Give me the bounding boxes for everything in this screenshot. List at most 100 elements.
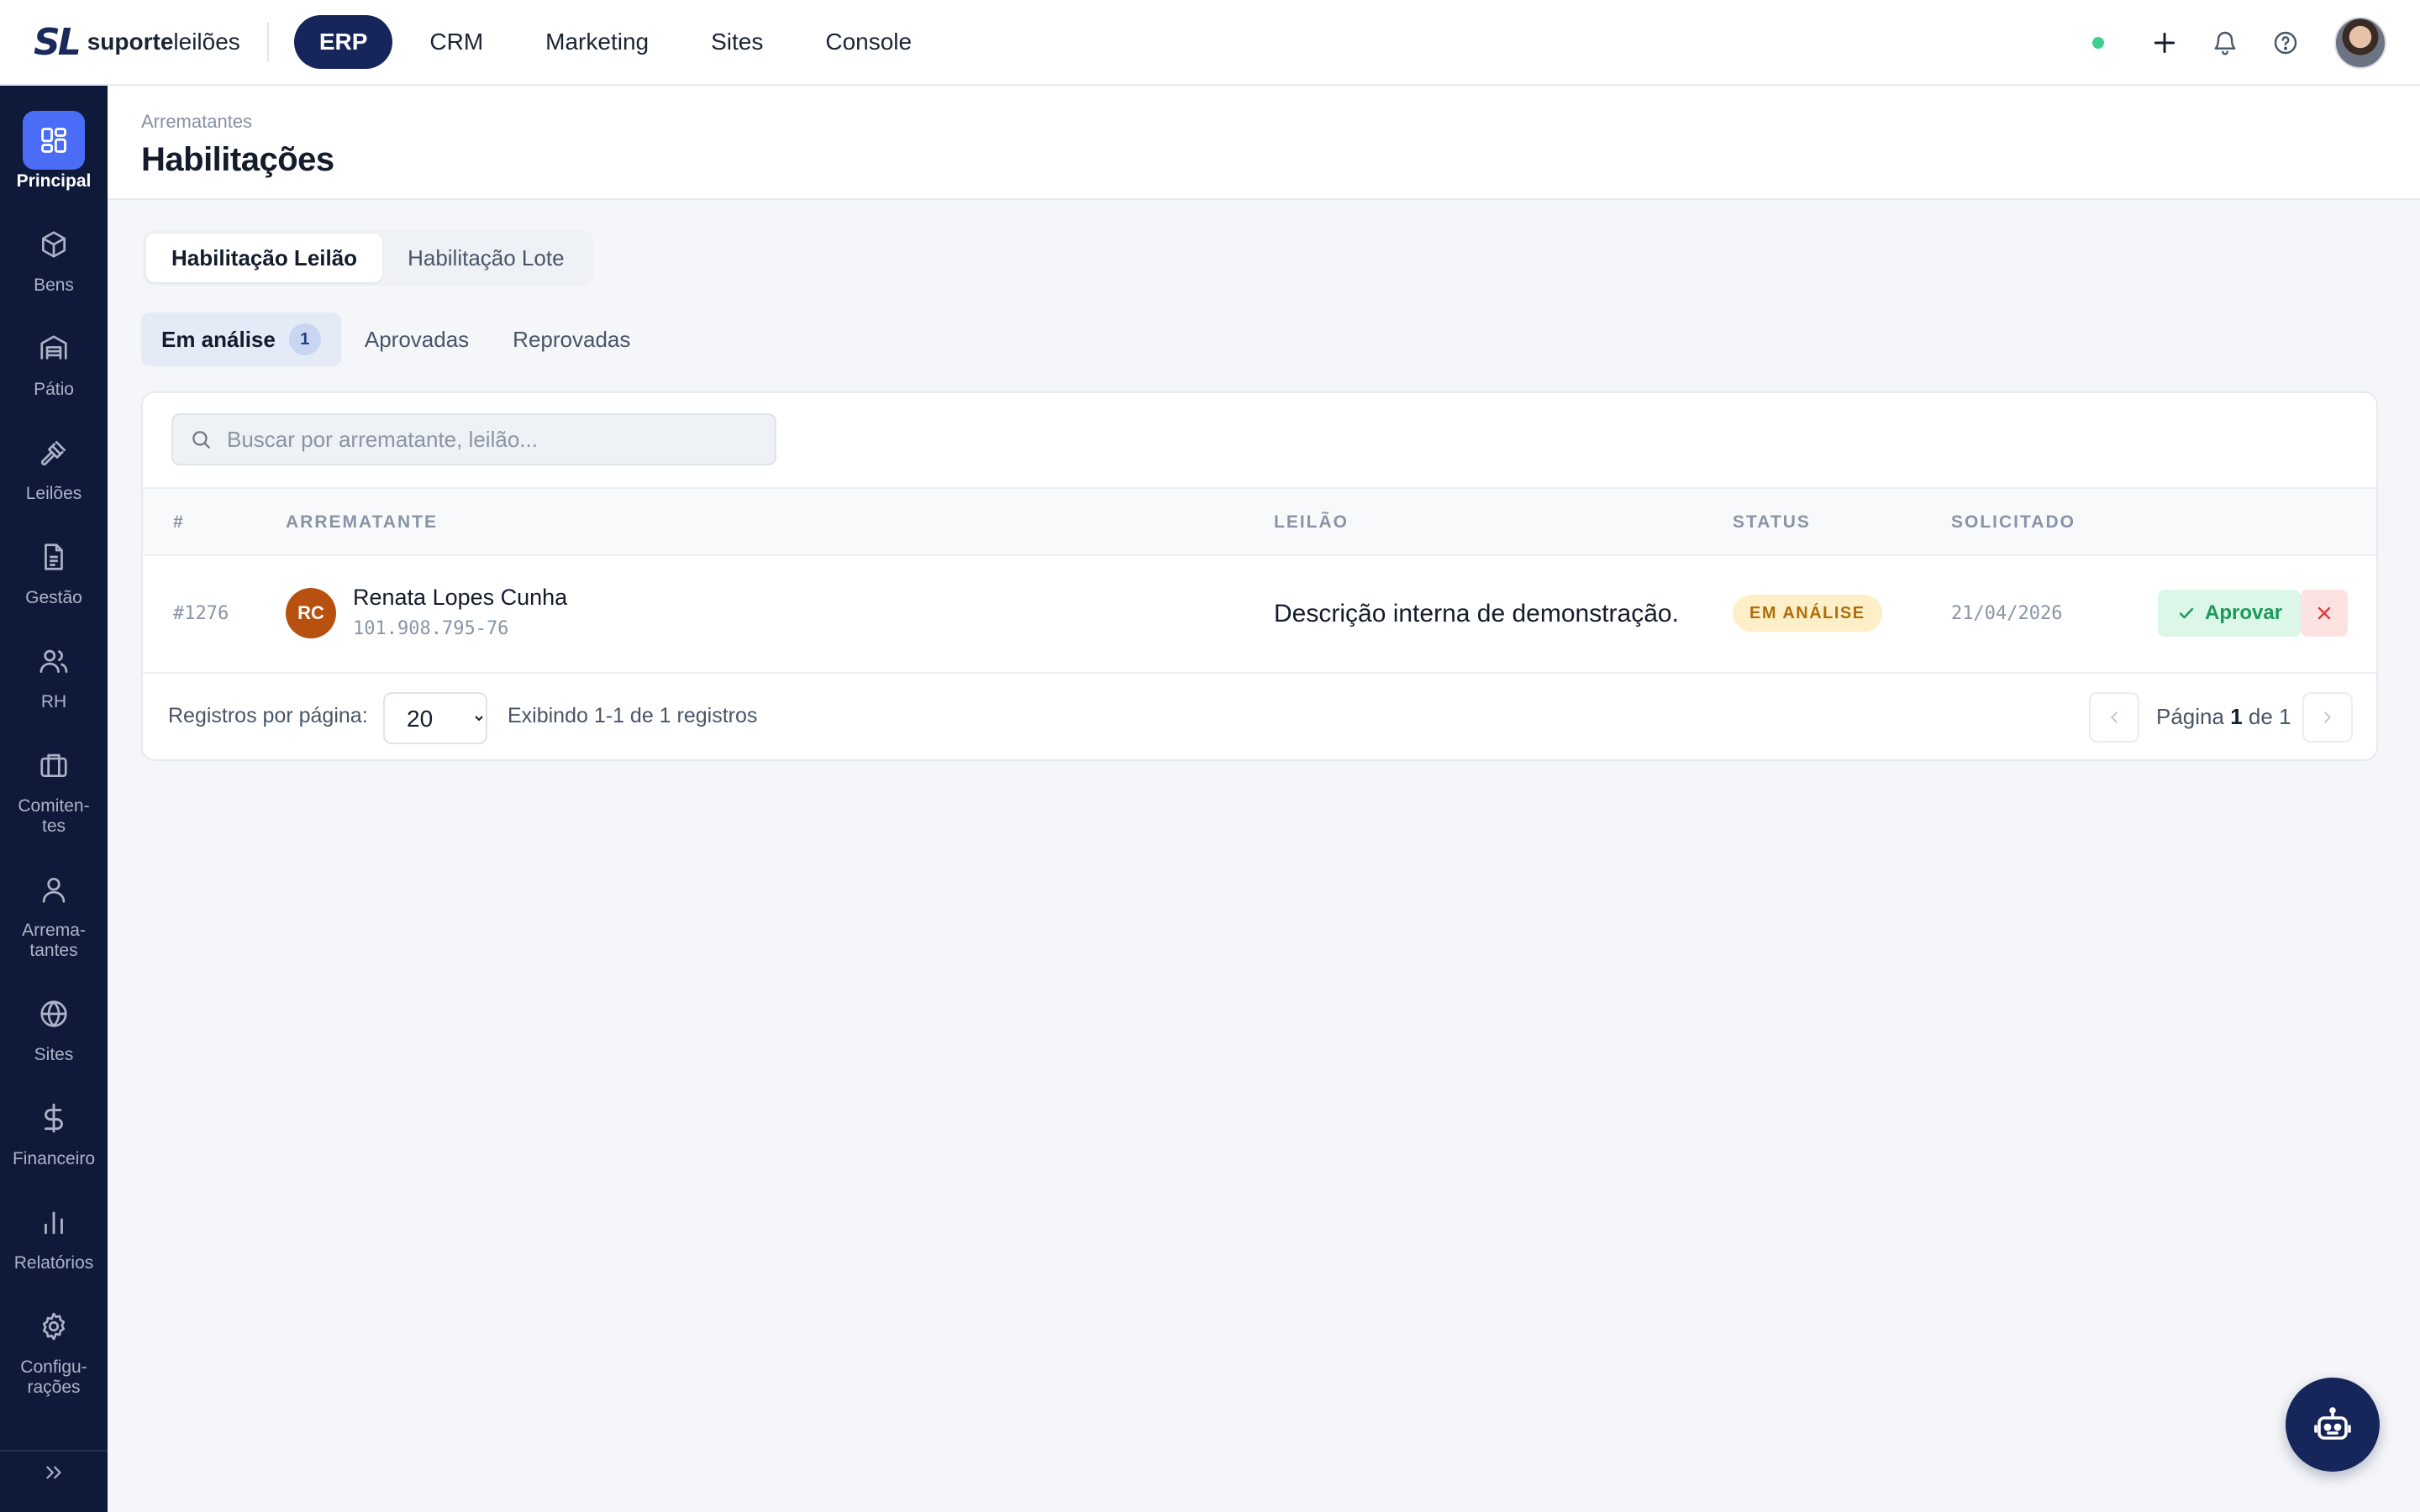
globe-icon — [23, 984, 85, 1043]
sidebar-item-label: Comiten- tes — [18, 796, 90, 836]
logo-text-light: leilões — [173, 29, 240, 55]
sidebar-expand-button[interactable] — [0, 1450, 108, 1494]
sidebar-item-relatorios[interactable]: Relatórios — [0, 1193, 108, 1273]
tab-label: Em análise — [161, 326, 276, 352]
grid-icon — [23, 111, 85, 170]
chevrons-right-icon — [46, 1466, 61, 1479]
row-id: #1276 — [173, 603, 229, 624]
tab-habilitacao-leilao[interactable]: Habilitação Leilão — [146, 234, 383, 282]
tab-habilitacao-lote[interactable]: Habilitação Lote — [382, 234, 589, 282]
tab-aprovadas[interactable]: Aprovadas — [345, 312, 489, 366]
close-icon — [2317, 606, 2331, 620]
reject-button[interactable] — [2301, 590, 2348, 637]
logo-text: suporteleilões — [87, 29, 240, 55]
sidebar-item-label: Configu- rações — [20, 1357, 87, 1397]
count-badge: 1 — [288, 323, 321, 355]
approve-button[interactable]: Aprovar — [2158, 590, 2302, 637]
avatar: RC — [286, 588, 336, 638]
status-tabs: Em análise 1 Aprovadas Reprovadas — [141, 312, 654, 366]
brand-logo[interactable]: SL suporteleilões — [34, 17, 240, 67]
leilao-description: Descrição interna de demonstração. — [1274, 600, 1679, 627]
user-avatar[interactable] — [2334, 17, 2386, 69]
top-nav-marketing[interactable]: Marketing — [520, 15, 674, 69]
bell-icon[interactable] — [2203, 21, 2247, 65]
requested-date: 21/04/2026 — [1951, 603, 2063, 624]
sidebar-item-leiloes[interactable]: Leilões — [0, 423, 108, 504]
top-nav: ERP CRM Marketing Sites Console — [293, 15, 937, 69]
sidebar-item-label: Arrema- tantes — [22, 921, 86, 960]
records-summary: Exibindo 1-1 de 1 registros — [508, 704, 758, 727]
search-icon — [192, 431, 210, 449]
sidebar: Principal Bens Pátio Leilões Gestão RH C… — [0, 86, 108, 1512]
user-icon — [23, 860, 85, 919]
sidebar-item-label: Leilões — [25, 484, 82, 503]
sidebar-item-principal[interactable]: Principal — [0, 111, 108, 192]
sidebar-item-label: Principal — [16, 171, 92, 191]
tab-em-analise[interactable]: Em análise 1 — [141, 312, 341, 366]
sidebar-item-financeiro[interactable]: Financeiro — [0, 1089, 108, 1169]
rows-per-page-select[interactable]: 20 — [383, 692, 487, 744]
column-header-leilao[interactable]: LEILÃO — [1274, 512, 1349, 533]
status-badge: EM ANÁLISE — [1733, 595, 1882, 632]
chevron-right-icon — [2324, 711, 2331, 723]
sidebar-item-bens[interactable]: Bens — [0, 215, 108, 296]
logo-mark: SL — [34, 20, 82, 64]
sidebar-item-comitentes[interactable]: Comiten- tes — [0, 736, 108, 837]
table-header: # ARREMATANTE LEILÃO STATUS SOLICITADO — [143, 487, 2376, 556]
breadcrumb[interactable]: Arrematantes — [141, 111, 252, 133]
online-status-indicator — [2092, 37, 2104, 49]
check-icon — [2179, 607, 2194, 619]
main-tabs: Habilitação Leilão Habilitação Lote — [143, 230, 593, 286]
sidebar-item-gestao[interactable]: Gestão — [0, 528, 108, 608]
dollar-icon — [23, 1089, 85, 1147]
arrematante-name[interactable]: Renata Lopes Cunha — [353, 585, 567, 611]
sidebar-item-label: Financeiro — [12, 1149, 96, 1168]
top-nav-crm[interactable]: CRM — [404, 15, 508, 69]
document-icon — [23, 528, 85, 586]
sidebar-item-label: Relatórios — [13, 1253, 94, 1273]
next-page-button[interactable] — [2302, 692, 2353, 743]
sidebar-item-label: Bens — [34, 276, 74, 295]
sidebar-item-sites[interactable]: Sites — [0, 984, 108, 1065]
previous-page-button[interactable] — [2089, 692, 2139, 743]
column-header-id[interactable]: # — [173, 512, 185, 533]
approve-label: Aprovar — [2205, 601, 2283, 624]
users-icon — [23, 632, 85, 690]
rows-per-page-label: Registros por página: — [168, 704, 368, 727]
current-page: 1 — [2230, 704, 2243, 729]
table-footer: Registros por página: 20 Exibindo 1-1 de… — [143, 674, 2376, 759]
column-header-solicitado[interactable]: SOLICITADO — [1951, 512, 2075, 533]
column-header-arrematante[interactable]: ARREMATANTE — [286, 512, 438, 533]
page-header: Arrematantes Habilitações — [108, 86, 2420, 200]
search-input[interactable] — [227, 426, 765, 453]
sidebar-item-patio[interactable]: Pátio — [0, 319, 108, 400]
sidebar-item-label: Sites — [34, 1045, 74, 1064]
top-nav-erp[interactable]: ERP — [293, 15, 393, 69]
robot-icon — [2314, 1407, 2351, 1440]
search-box — [171, 413, 776, 465]
sidebar-item-rh[interactable]: RH — [0, 632, 108, 712]
total-pages: 1 — [2279, 704, 2291, 729]
assistant-bot-button[interactable] — [2286, 1378, 2380, 1472]
box-icon — [23, 215, 85, 274]
bar-chart-icon — [23, 1193, 85, 1252]
sidebar-item-configuracoes[interactable]: Configu- rações — [0, 1297, 108, 1398]
page-title: Habilitações — [141, 141, 334, 178]
sidebar-item-arrematantes[interactable]: Arrema- tantes — [0, 860, 108, 961]
plus-icon[interactable] — [2143, 21, 2186, 65]
help-icon[interactable] — [2264, 21, 2307, 65]
column-header-status[interactable]: STATUS — [1733, 512, 1811, 533]
sidebar-item-label: RH — [40, 692, 67, 711]
top-nav-console[interactable]: Console — [800, 15, 937, 69]
gear-icon — [23, 1297, 85, 1356]
table-row[interactable]: #1276 RC Renata Lopes Cunha 101.908.795-… — [143, 556, 2376, 674]
top-bar: SL suporteleilões ERP CRM Marketing Site… — [0, 0, 2420, 86]
logo-divider — [266, 22, 269, 62]
page-indicator: Página 1 de 1 — [2156, 704, 2291, 730]
sidebar-item-label: Pátio — [34, 380, 74, 399]
tab-reprovadas[interactable]: Reprovadas — [492, 312, 650, 366]
gavel-icon — [23, 423, 85, 482]
chevron-left-icon — [2111, 711, 2118, 723]
arrematante-cpf: 101.908.795-76 — [353, 618, 509, 639]
top-nav-sites[interactable]: Sites — [686, 15, 788, 69]
